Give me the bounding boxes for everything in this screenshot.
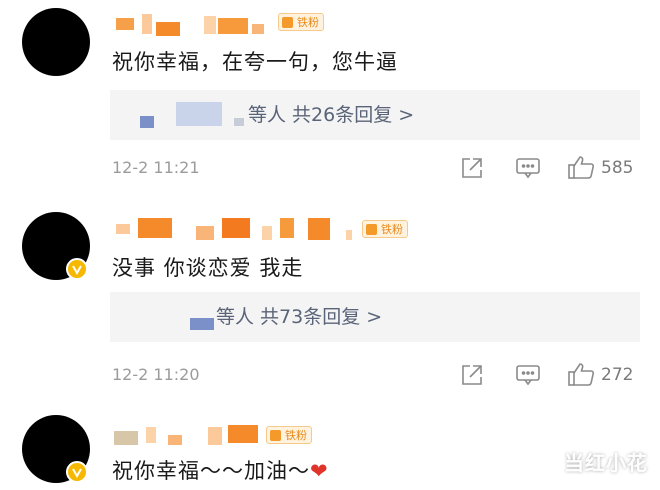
verified-icon xyxy=(66,461,88,483)
share-icon[interactable] xyxy=(460,363,484,391)
username-blurred[interactable] xyxy=(112,425,262,447)
comment-1: 铁粉 祝你幸福，在夸一句，您牛逼 等人 共26条回复 > 12-2 11:21 … xyxy=(0,0,660,190)
reply-summary[interactable]: 等人 共73条回复 > xyxy=(110,292,640,342)
avatar[interactable] xyxy=(22,8,90,76)
comment-text: 祝你幸福，在夸一句，您牛逼 xyxy=(112,50,398,74)
heart-emoji: ❤ xyxy=(310,459,329,483)
timestamp: 12-2 11:21 xyxy=(112,158,200,177)
comment-2: 铁粉 没事 你谈恋爱 我走 等人 共73条回复 > 12-2 11:20 272 xyxy=(0,200,660,390)
comment-icon[interactable] xyxy=(515,156,541,184)
reply-count-link[interactable]: 等人 共73条回复 > xyxy=(216,302,382,329)
share-icon[interactable] xyxy=(460,156,484,184)
fan-badge: 铁粉 xyxy=(278,13,324,31)
like-icon[interactable] xyxy=(567,361,595,391)
comment-3: 铁粉 祝你幸福～～加油～❤ xyxy=(0,405,660,490)
fan-badge: 铁粉 xyxy=(266,426,312,444)
comment-text: 没事 你谈恋爱 我走 xyxy=(112,256,304,280)
username-blurred[interactable] xyxy=(112,14,272,36)
watermark: 当红小花 xyxy=(564,451,648,475)
like-icon[interactable] xyxy=(567,154,595,184)
reply-count-link[interactable]: 等人 共26条回复 > xyxy=(248,100,414,127)
fan-badge: 铁粉 xyxy=(362,220,408,238)
timestamp: 12-2 11:20 xyxy=(112,365,200,384)
comment-text-body: 祝你幸福～～加油～ xyxy=(112,459,310,483)
reply-summary[interactable]: 等人 共26条回复 > xyxy=(110,90,640,140)
comment-text: 祝你幸福～～加油～❤ xyxy=(112,455,329,485)
verified-icon xyxy=(66,258,88,280)
like-count: 585 xyxy=(601,158,634,178)
like-count: 272 xyxy=(601,365,634,385)
username-blurred[interactable] xyxy=(112,218,352,240)
comment-icon[interactable] xyxy=(515,363,541,391)
